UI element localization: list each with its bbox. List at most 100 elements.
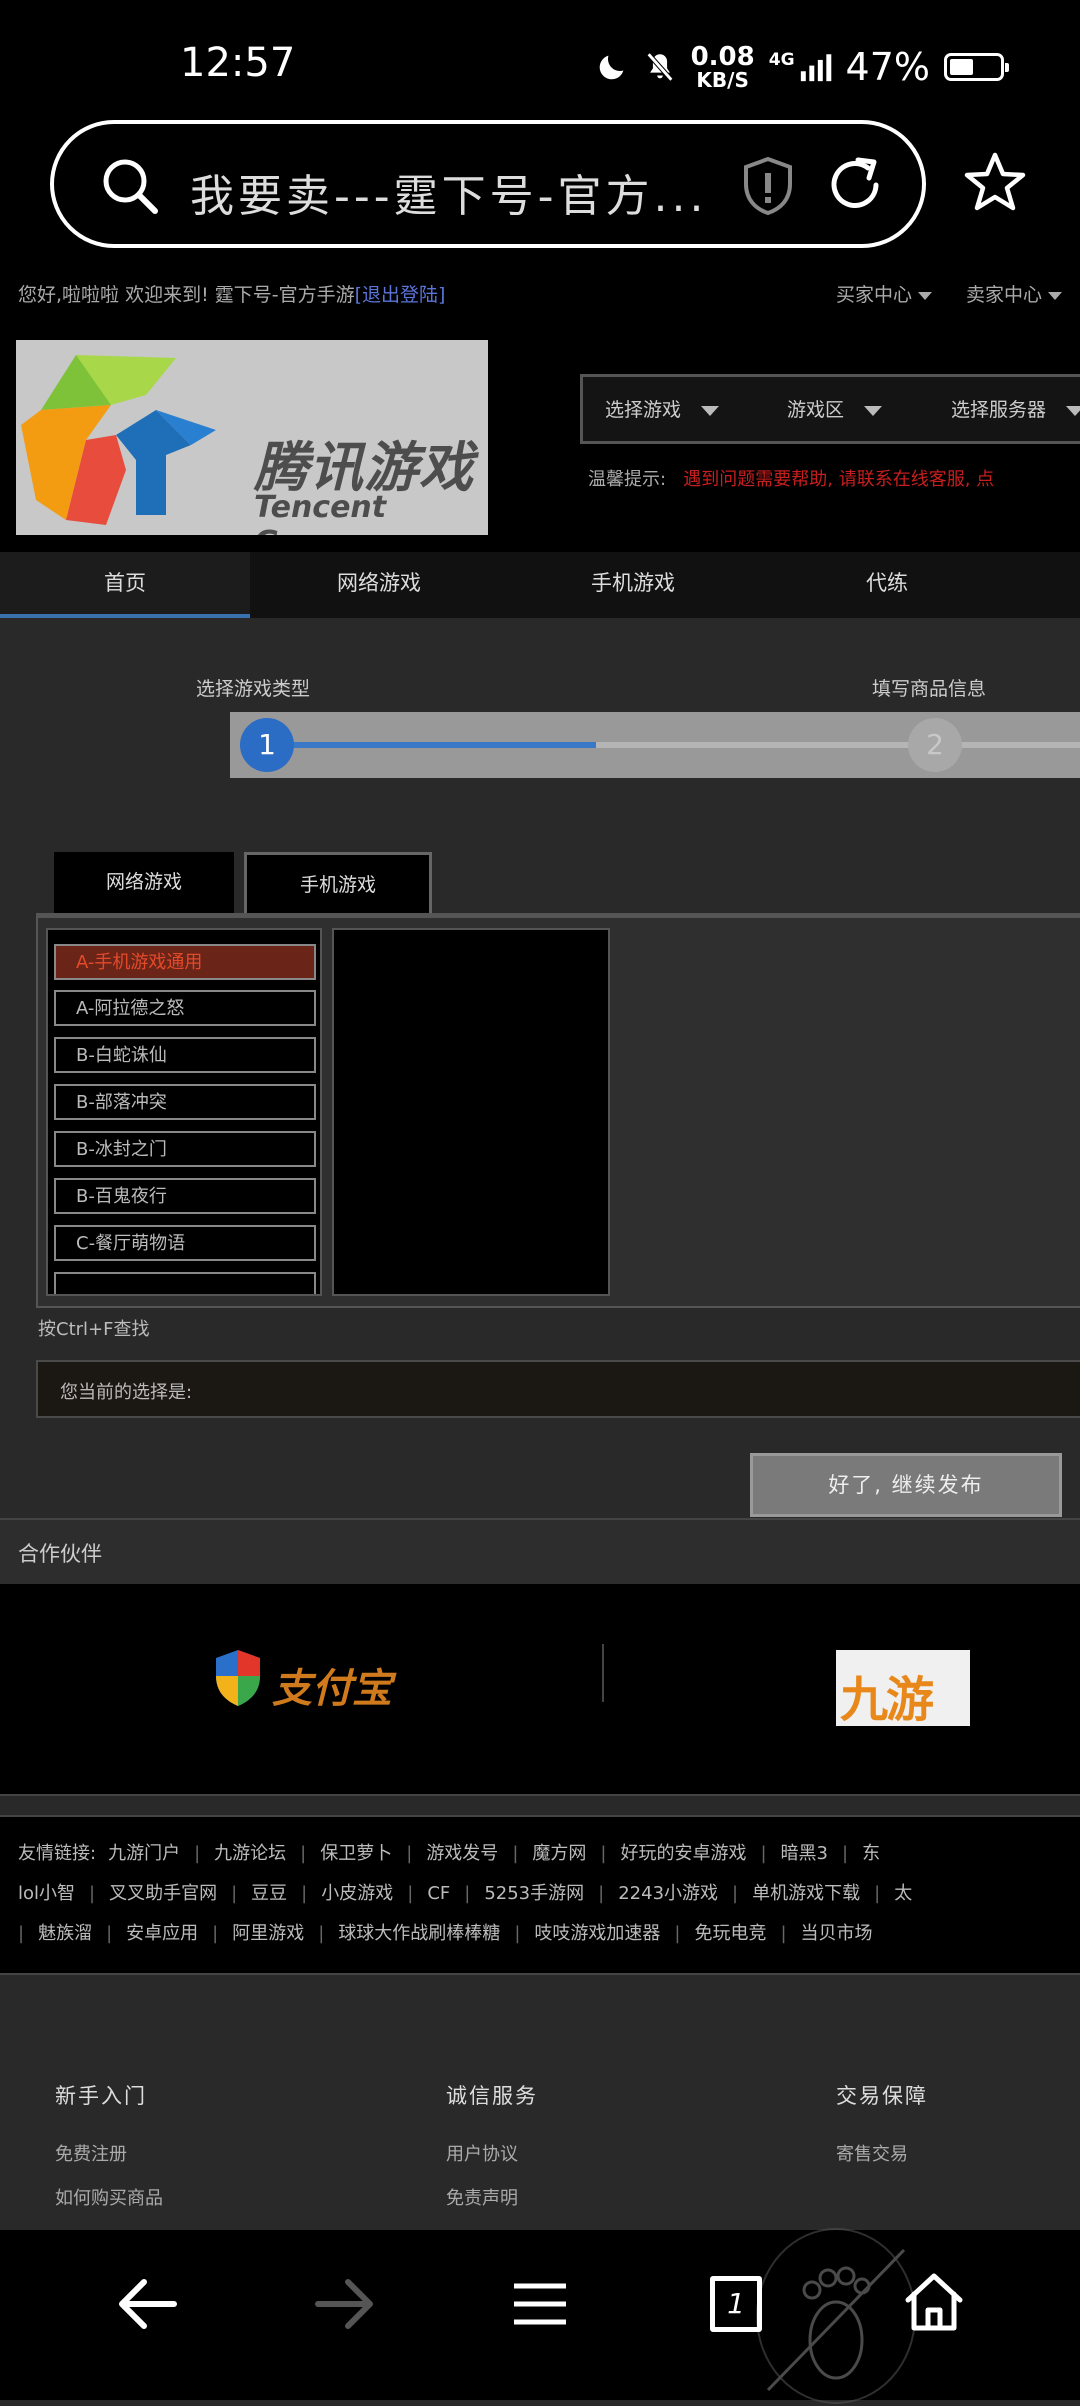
- url-text[interactable]: 我要卖---霆下号-官方...: [190, 160, 707, 224]
- game-list-item[interactable]: B-冰封之门: [54, 1131, 316, 1167]
- friend-link[interactable]: 九游门户: [108, 1843, 180, 1864]
- select-server[interactable]: 选择服务器: [951, 395, 1080, 422]
- friend-link[interactable]: 好玩的安卓游戏: [620, 1843, 746, 1864]
- friend-link[interactable]: 当贝市场: [801, 1923, 873, 1944]
- friend-link[interactable]: 吱吱游戏加速器: [534, 1923, 660, 1944]
- continue-publish-button[interactable]: 好了, 继续发布: [750, 1453, 1062, 1517]
- status-clock: 12:57: [180, 40, 296, 86]
- friend-link[interactable]: 叉叉助手官网: [109, 1883, 217, 1904]
- shield-icon[interactable]: [740, 156, 796, 216]
- friend-link[interactable]: 魅族溜: [38, 1923, 92, 1944]
- tab-online-games[interactable]: 网络游戏: [54, 852, 234, 914]
- nav-tab-home[interactable]: 首页: [0, 552, 250, 618]
- friend-link[interactable]: 暗黑3: [781, 1843, 828, 1864]
- alipay-shield-icon: [216, 1650, 260, 1706]
- friend-link[interactable]: 东: [862, 1843, 880, 1864]
- friend-link[interactable]: 太: [894, 1883, 912, 1904]
- tab-mobile-games[interactable]: 手机游戏: [244, 852, 432, 914]
- footer-link-how-to-buy[interactable]: 如何购买商品: [55, 2184, 163, 2210]
- forward-arrow-icon[interactable]: [312, 2276, 376, 2332]
- select-game[interactable]: 选择游戏: [605, 395, 720, 422]
- footer-title: 新手入门: [55, 2084, 147, 2108]
- friend-link[interactable]: 阿里游戏: [232, 1923, 304, 1944]
- friend-link[interactable]: 免玩电竞: [694, 1923, 766, 1944]
- buyer-center-menu[interactable]: 买家中心: [836, 280, 933, 307]
- partner-divider: [602, 1644, 604, 1702]
- friend-link[interactable]: 2243小游戏: [618, 1883, 718, 1904]
- link-separator: |: [760, 1843, 767, 1864]
- friend-link[interactable]: 保卫萝卜: [320, 1843, 392, 1864]
- footer-link-disclaimer[interactable]: 免责声明: [446, 2184, 538, 2210]
- friend-link[interactable]: 安卓应用: [126, 1923, 198, 1944]
- logo-text-en: Tencent Games: [254, 490, 387, 535]
- partners-header: 合作伙伴: [0, 1518, 1080, 1586]
- jiuyou-logo[interactable]: 九游: [836, 1650, 970, 1728]
- step-2-dot: 2: [908, 718, 962, 772]
- sub-list[interactable]: [332, 928, 610, 1296]
- partners-title: 合作伙伴: [18, 1542, 102, 1566]
- friend-links-row-1: 友情链接: 九游门户 | 九游论坛 | 保卫萝卜 | 游戏发号 | 魔方网 | 好玩的安卓游戏 | 暗黑3…: [18, 1839, 880, 1865]
- link-separator: |: [874, 1883, 881, 1904]
- game-list-item[interactable]: B-白蛇诛仙: [54, 1037, 316, 1073]
- tabs-button[interactable]: 1: [710, 2276, 762, 2332]
- friend-link[interactable]: 游戏发号: [426, 1843, 498, 1864]
- link-separator: |: [194, 1843, 201, 1864]
- net-speed: 0.08 KB/S: [691, 44, 755, 90]
- web-page: 您好,啦啦啦 欢迎来到! 霆下号-官方手游[退出登陆] 买家中心 卖家中心 腾讯…: [0, 260, 1080, 2280]
- game-list-item-partial[interactable]: [54, 1272, 316, 1294]
- nav-tab-online-games[interactable]: 网络游戏: [254, 552, 504, 618]
- friend-links-row-3: | 魅族溜 | 安卓应用 | 阿里游戏 | 球球大作战刷棒棒糖 | 吱吱游戏加速器 | 免玩电竞 | 当贝…: [18, 1919, 873, 1945]
- footer-link-register[interactable]: 免费注册: [55, 2140, 163, 2166]
- link-separator: |: [732, 1883, 739, 1904]
- bookmark-star-icon[interactable]: [962, 150, 1028, 216]
- link-separator: |: [842, 1843, 849, 1864]
- chevron-down-icon: [918, 291, 933, 300]
- link-separator: |: [600, 1843, 607, 1864]
- search-icon[interactable]: [100, 156, 160, 216]
- moon-icon: [599, 55, 623, 80]
- seller-center-menu[interactable]: 卖家中心: [966, 280, 1063, 307]
- friend-link[interactable]: 单机游戏下载: [752, 1883, 860, 1904]
- friend-link[interactable]: 小皮游戏: [321, 1883, 393, 1904]
- select-area[interactable]: 游戏区: [787, 395, 883, 422]
- friend-link[interactable]: 5253手游网: [484, 1883, 584, 1904]
- chevron-down-icon: [1066, 405, 1080, 416]
- buyer-center-label: 买家中心: [836, 284, 913, 306]
- network-label: 4G: [768, 50, 795, 70]
- back-arrow-icon[interactable]: [116, 2276, 180, 2332]
- link-separator: |: [18, 1923, 25, 1944]
- link-separator: |: [598, 1883, 605, 1904]
- site-logo[interactable]: 腾讯游戏 Tencent Games: [16, 340, 488, 535]
- reload-icon[interactable]: [822, 152, 888, 218]
- friend-link[interactable]: lol小智: [18, 1883, 75, 1904]
- tab-count: 1: [727, 2287, 745, 2320]
- nav-tab-mobile-games[interactable]: 手机游戏: [508, 552, 758, 618]
- game-list-item[interactable]: B-百鬼夜行: [54, 1178, 316, 1214]
- friend-link[interactable]: 球球大作战刷棒棒糖: [338, 1923, 500, 1944]
- jiuyou-logo-text: 九游: [840, 1672, 934, 1728]
- select-game-label: 选择游戏: [605, 399, 682, 421]
- friend-link[interactable]: CF: [427, 1883, 450, 1904]
- game-list-item[interactable]: B-部落冲突: [54, 1084, 316, 1120]
- game-list[interactable]: A-手机游戏通用 A-阿拉德之怒 B-白蛇诛仙 B-部落冲突 B-冰封之门 B-…: [46, 928, 322, 1296]
- game-list-item-selected[interactable]: A-手机游戏通用: [54, 944, 316, 980]
- friend-link[interactable]: 豆豆: [251, 1883, 287, 1904]
- friend-link[interactable]: 九游论坛: [214, 1843, 286, 1864]
- chevron-down-icon: [1048, 291, 1063, 300]
- status-icons: 0.08 KB/S 4G 47%: [595, 42, 1009, 92]
- game-list-item[interactable]: C-餐厅萌物语: [54, 1225, 316, 1261]
- game-list-item[interactable]: A-阿拉德之怒: [54, 990, 316, 1026]
- nav-tab-boosting[interactable]: 代练: [762, 552, 1012, 618]
- alipay-logo[interactable]: 支付宝: [272, 1656, 392, 1714]
- logout-link[interactable]: [退出登陆]: [355, 284, 446, 306]
- signal-icon: [800, 54, 831, 82]
- home-icon[interactable]: [902, 2270, 966, 2332]
- footer-link-consignment[interactable]: 寄售交易: [836, 2140, 928, 2166]
- footer-link-user-agreement[interactable]: 用户协议: [446, 2140, 538, 2166]
- friend-link[interactable]: 魔方网: [532, 1843, 586, 1864]
- menu-icon[interactable]: [510, 2276, 570, 2332]
- chevron-down-icon: [701, 405, 720, 416]
- game-selector-bar: 选择游戏 游戏区 选择服务器: [580, 374, 1080, 444]
- link-separator: |: [231, 1883, 238, 1904]
- footer-col-guarantee: 交易保障 寄售交易: [836, 2080, 928, 2166]
